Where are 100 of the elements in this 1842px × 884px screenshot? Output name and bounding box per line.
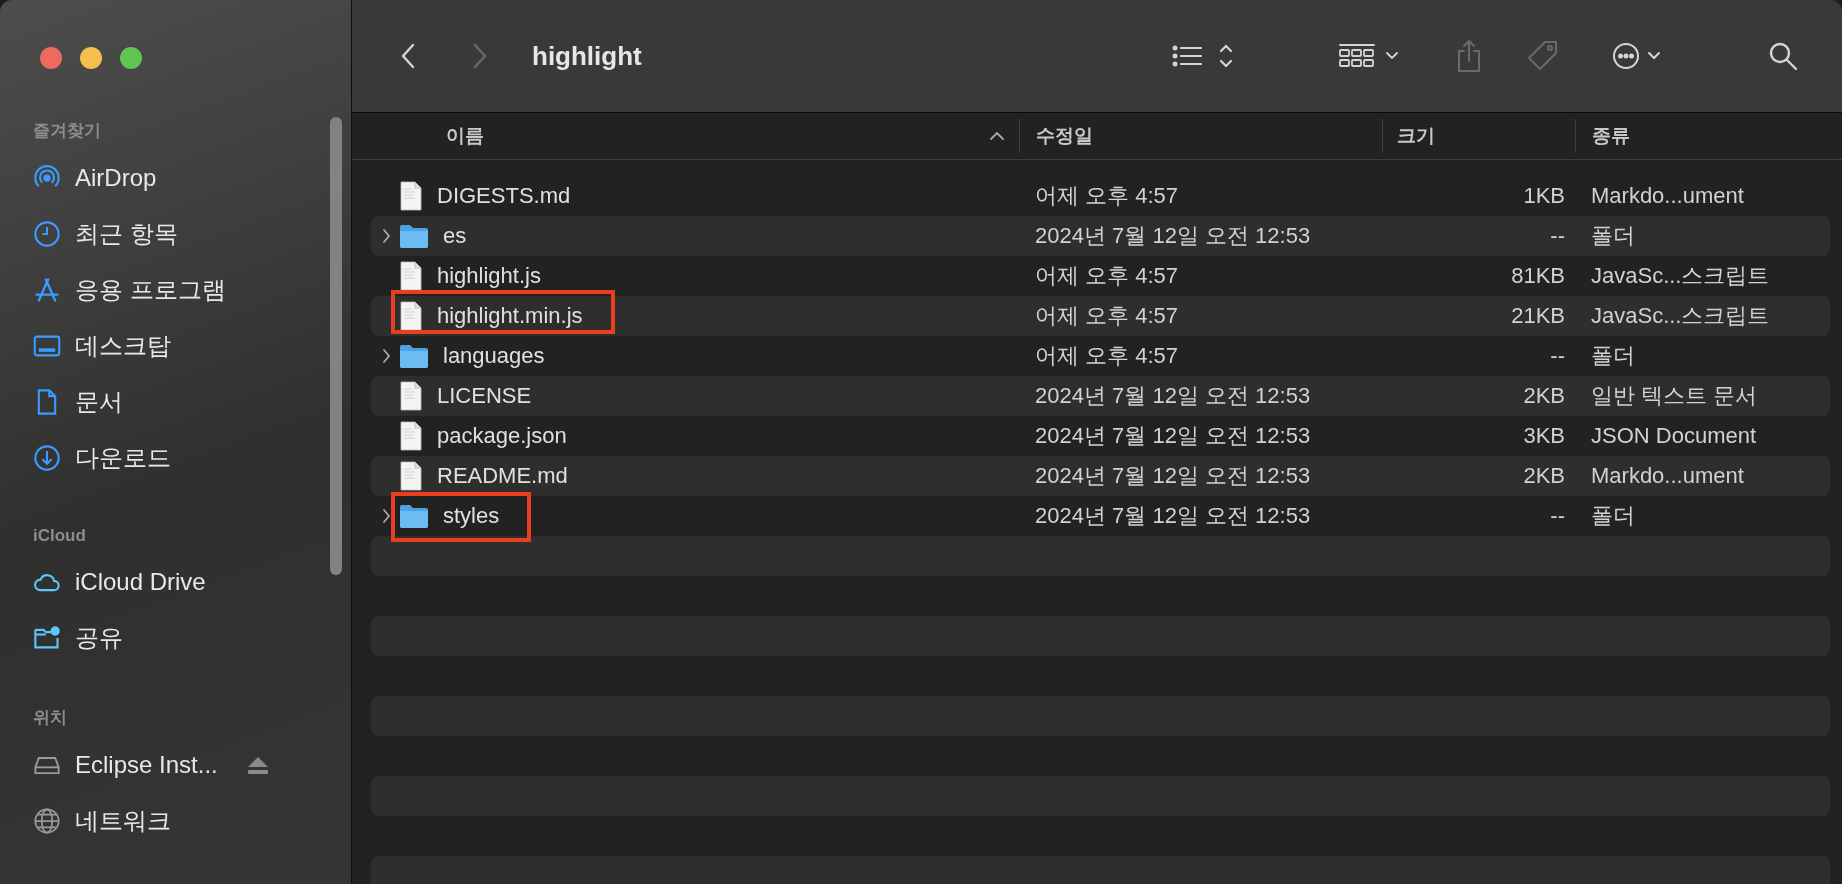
globe-icon — [33, 807, 61, 835]
file-name: styles — [443, 503, 500, 529]
sidebar-label: 데스크탑 — [75, 331, 171, 361]
sidebar-label: 다운로드 — [75, 443, 171, 473]
folder-icon — [399, 503, 429, 529]
sidebar-item[interactable]: 다운로드 — [33, 430, 351, 486]
search-button[interactable] — [1768, 41, 1798, 71]
file-icon — [399, 381, 423, 411]
type-cell-text: 폴더 — [1590, 502, 1635, 530]
size-cell-text: -- — [1549, 223, 1565, 249]
sidebar-label: AirDrop — [75, 164, 157, 192]
eject-icon[interactable] — [245, 755, 270, 775]
file-row[interactable]: highlight.js 어제 오후 4:57 81KB JavaSc...스크립트 — [371, 256, 1830, 296]
size-cell-text: 3KB — [1522, 423, 1565, 449]
date-cell-text: 2024년 7월 12일 오전 12:53 — [1034, 422, 1312, 450]
section-heading: 위치 — [33, 707, 68, 729]
file-row[interactable]: highlight.min.js 어제 오후 4:57 21KB JavaSc...스크립트 — [371, 296, 1830, 336]
sidebar-label: 네트워크 — [75, 806, 171, 836]
sidebar-label: 문서 — [75, 387, 123, 417]
date-cell-text: 어제 오후 4:57 — [1034, 182, 1180, 210]
file-icon — [399, 261, 423, 291]
minimize-button[interactable] — [80, 47, 102, 69]
date-cell-text: 2024년 7월 12일 오전 12:53 — [1034, 222, 1312, 250]
disclosure-chevron-icon[interactable] — [381, 228, 391, 244]
type-cell-text: Markdo...ument — [1590, 463, 1744, 489]
download-icon — [33, 444, 61, 472]
disclosure-chevron-icon[interactable] — [381, 348, 391, 364]
date-cell-text: 어제 오후 4:57 — [1034, 302, 1180, 330]
type-cell-text: 일반 텍스트 문서 — [1590, 382, 1758, 410]
date-cell-text: 2024년 7월 12일 오전 12:53 — [1034, 502, 1312, 530]
apps-icon — [33, 276, 61, 304]
file-name: DIGESTS.md — [437, 183, 571, 209]
date-cell-text: 2024년 7월 12일 오전 12:53 — [1034, 462, 1312, 490]
sidebar-label: 공유 — [75, 623, 123, 653]
size-cell-text: -- — [1549, 343, 1565, 369]
section-heading: iCloud — [33, 526, 87, 546]
file-icon — [399, 301, 423, 331]
folder-icon — [399, 223, 429, 249]
column-label: 수정일 — [1036, 124, 1093, 148]
sidebar-label: 최근 항목 — [75, 219, 178, 249]
file-icon — [399, 461, 423, 491]
scrollbar[interactable] — [330, 117, 342, 575]
file-name: LICENSE — [437, 383, 532, 409]
sidebar-item[interactable]: AirDrop — [33, 150, 351, 206]
sidebar-item[interactable]: iCloud Drive — [33, 554, 351, 610]
folder-icon — [399, 343, 429, 369]
size-cell-text: 2KB — [1522, 463, 1565, 489]
zoom-button[interactable] — [120, 47, 142, 69]
type-cell-text: JavaSc...스크립트 — [1590, 262, 1770, 290]
sidebar-item[interactable]: 공유 — [33, 610, 351, 666]
sidebar-item[interactable]: 응용 프로그램 — [33, 262, 351, 318]
size-cell-text: 1KB — [1522, 183, 1565, 209]
column-label: 이름 — [446, 124, 484, 148]
size-cell-text: 21KB — [1510, 303, 1565, 329]
size-cell-text: 81KB — [1510, 263, 1565, 289]
file-name: package.json — [437, 423, 567, 449]
type-cell-text: JSON Document — [1590, 423, 1757, 449]
column-header[interactable]: 종류 — [1575, 119, 1842, 153]
column-header[interactable]: 크기 — [1382, 119, 1575, 153]
section-heading: 즐겨찾기 — [33, 120, 102, 142]
sidebar-label: Eclipse Inst... — [75, 751, 218, 779]
file-name: languages — [443, 343, 545, 369]
column-header[interactable]: 이름 — [352, 113, 1019, 159]
file-name: highlight.min.js — [437, 303, 583, 329]
sidebar-label: 응용 프로그램 — [75, 275, 226, 305]
date-cell-text: 2024년 7월 12일 오전 12:53 — [1034, 382, 1312, 410]
date-cell-text: 어제 오후 4:57 — [1034, 342, 1180, 370]
size-cell-text: -- — [1549, 503, 1565, 529]
type-cell-text: Markdo...ument — [1590, 183, 1744, 209]
file-icon — [399, 421, 423, 451]
date-cell-text: 어제 오후 4:57 — [1034, 262, 1180, 290]
file-name: highlight.js — [437, 263, 541, 289]
file-row[interactable]: styles 2024년 7월 12일 오전 12:53 -- 폴더 — [371, 496, 1830, 536]
file-name: README.md — [437, 463, 568, 489]
file-icon — [399, 181, 423, 211]
file-row[interactable]: README.md 2024년 7월 12일 오전 12:53 2KB Markdo...ument — [371, 456, 1830, 496]
close-button[interactable] — [40, 47, 62, 69]
file-row[interactable]: package.json 2024년 7월 12일 오전 12:53 3KB JSON Document — [371, 416, 1830, 456]
type-cell-text: 폴더 — [1590, 222, 1635, 250]
type-cell-text: JavaSc...스크립트 — [1590, 302, 1770, 330]
file-row[interactable]: languages 어제 오후 4:57 -- 폴더 — [371, 336, 1830, 376]
sidebar-item[interactable]: 네트워크 — [33, 793, 351, 849]
file-row[interactable]: DIGESTS.md 어제 오후 4:57 1KB Markdo...ument — [371, 176, 1830, 216]
size-cell-text: 2KB — [1522, 383, 1565, 409]
column-header[interactable]: 수정일 — [1019, 119, 1382, 153]
window-title: highlight — [532, 40, 643, 72]
sidebar-label: iCloud Drive — [75, 568, 206, 596]
file-name: es — [443, 223, 467, 249]
clock-icon — [33, 220, 61, 248]
column-label: 크기 — [1397, 124, 1435, 148]
sidebar-item[interactable]: 문서 — [33, 374, 351, 430]
column-label: 종류 — [1592, 124, 1630, 148]
file-row[interactable]: es 2024년 7월 12일 오전 12:53 -- 폴더 — [371, 216, 1830, 256]
file-row[interactable]: LICENSE 2024년 7월 12일 오전 12:53 2KB 일반 텍스트 문서 — [371, 376, 1830, 416]
disclosure-chevron-icon[interactable] — [381, 508, 391, 524]
back-button[interactable] — [400, 43, 416, 69]
sidebar-item[interactable]: Eclipse Inst... — [33, 737, 351, 793]
sidebar-item[interactable]: 최근 항목 — [33, 206, 351, 262]
sidebar-item[interactable]: 데스크탑 — [33, 318, 351, 374]
type-cell-text: 폴더 — [1590, 342, 1635, 370]
